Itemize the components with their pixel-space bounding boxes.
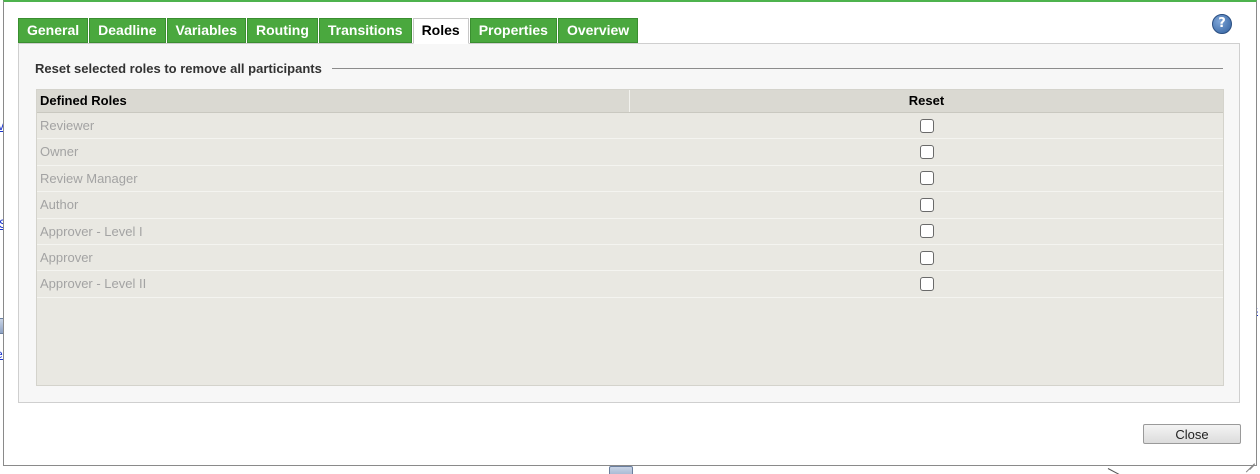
table-row: Approver: [37, 245, 1223, 272]
tab-general[interactable]: General: [18, 18, 89, 43]
fieldset-legend: Reset selected roles to remove all parti…: [35, 61, 1223, 76]
reset-checkbox[interactable]: [919, 250, 934, 265]
table-row: Owner: [37, 139, 1223, 166]
roles-grid: Defined Roles Reset Reviewer Owner Revie…: [36, 89, 1224, 386]
role-name: Review Manager: [40, 170, 138, 186]
tab-variables[interactable]: Variables: [166, 18, 246, 43]
tab-deadline[interactable]: Deadline: [89, 18, 166, 43]
reset-checkbox[interactable]: [919, 197, 934, 212]
background-line: [1107, 468, 1139, 474]
reset-cell: [630, 166, 1223, 191]
reset-checkbox[interactable]: [919, 171, 934, 186]
table-row: Review Manager: [37, 166, 1223, 193]
page: v S s es ? General Deadline Variables Ro…: [0, 0, 1260, 474]
table-row: Approver - Level II: [37, 271, 1223, 298]
reset-cell: [630, 113, 1223, 138]
reset-checkbox[interactable]: [919, 145, 934, 160]
reset-checkbox[interactable]: [919, 118, 934, 133]
role-name: Reviewer: [40, 118, 95, 133]
grid-header: Defined Roles Reset: [37, 90, 1223, 113]
tab-overview[interactable]: Overview: [557, 18, 639, 43]
reset-cell: [630, 219, 1223, 244]
tab-routing[interactable]: Routing: [247, 18, 318, 43]
legend-text: Reset selected roles to remove all parti…: [35, 61, 322, 76]
table-row: Approver - Level I: [37, 219, 1223, 245]
tab-bar: General Deadline Variables Routing Trans…: [18, 18, 639, 44]
column-header-defined-roles[interactable]: Defined Roles: [37, 90, 630, 112]
reset-cell: [630, 139, 1223, 164]
reset-cell: [630, 245, 1223, 270]
column-header-reset[interactable]: Reset: [630, 90, 1223, 112]
tab-properties[interactable]: Properties: [469, 18, 557, 43]
table-row: Author: [37, 192, 1223, 219]
reset-checkbox[interactable]: [919, 277, 934, 292]
role-name: Approver - Level I: [40, 223, 143, 239]
tab-transitions[interactable]: Transitions: [318, 18, 412, 43]
role-name: Approver - Level II: [40, 276, 147, 292]
role-name: Approver: [40, 249, 93, 265]
role-name: Owner: [40, 144, 79, 160]
tab-roles[interactable]: Roles: [412, 18, 469, 44]
close-button[interactable]: Close: [1143, 424, 1241, 444]
help-icon[interactable]: ?: [1212, 14, 1232, 34]
reset-cell: [630, 271, 1223, 296]
background-image-fragment: [609, 466, 633, 474]
reset-checkbox[interactable]: [919, 224, 934, 239]
reset-cell: [630, 192, 1223, 217]
resize-grip-icon[interactable]: [1243, 452, 1255, 473]
role-name: Author: [40, 197, 79, 213]
roles-panel: Reset selected roles to remove all parti…: [18, 43, 1240, 403]
table-row: Reviewer: [37, 113, 1223, 140]
legend-divider: [331, 68, 1223, 69]
task-properties-dialog: ? General Deadline Variables Routing Tra…: [3, 0, 1257, 473]
